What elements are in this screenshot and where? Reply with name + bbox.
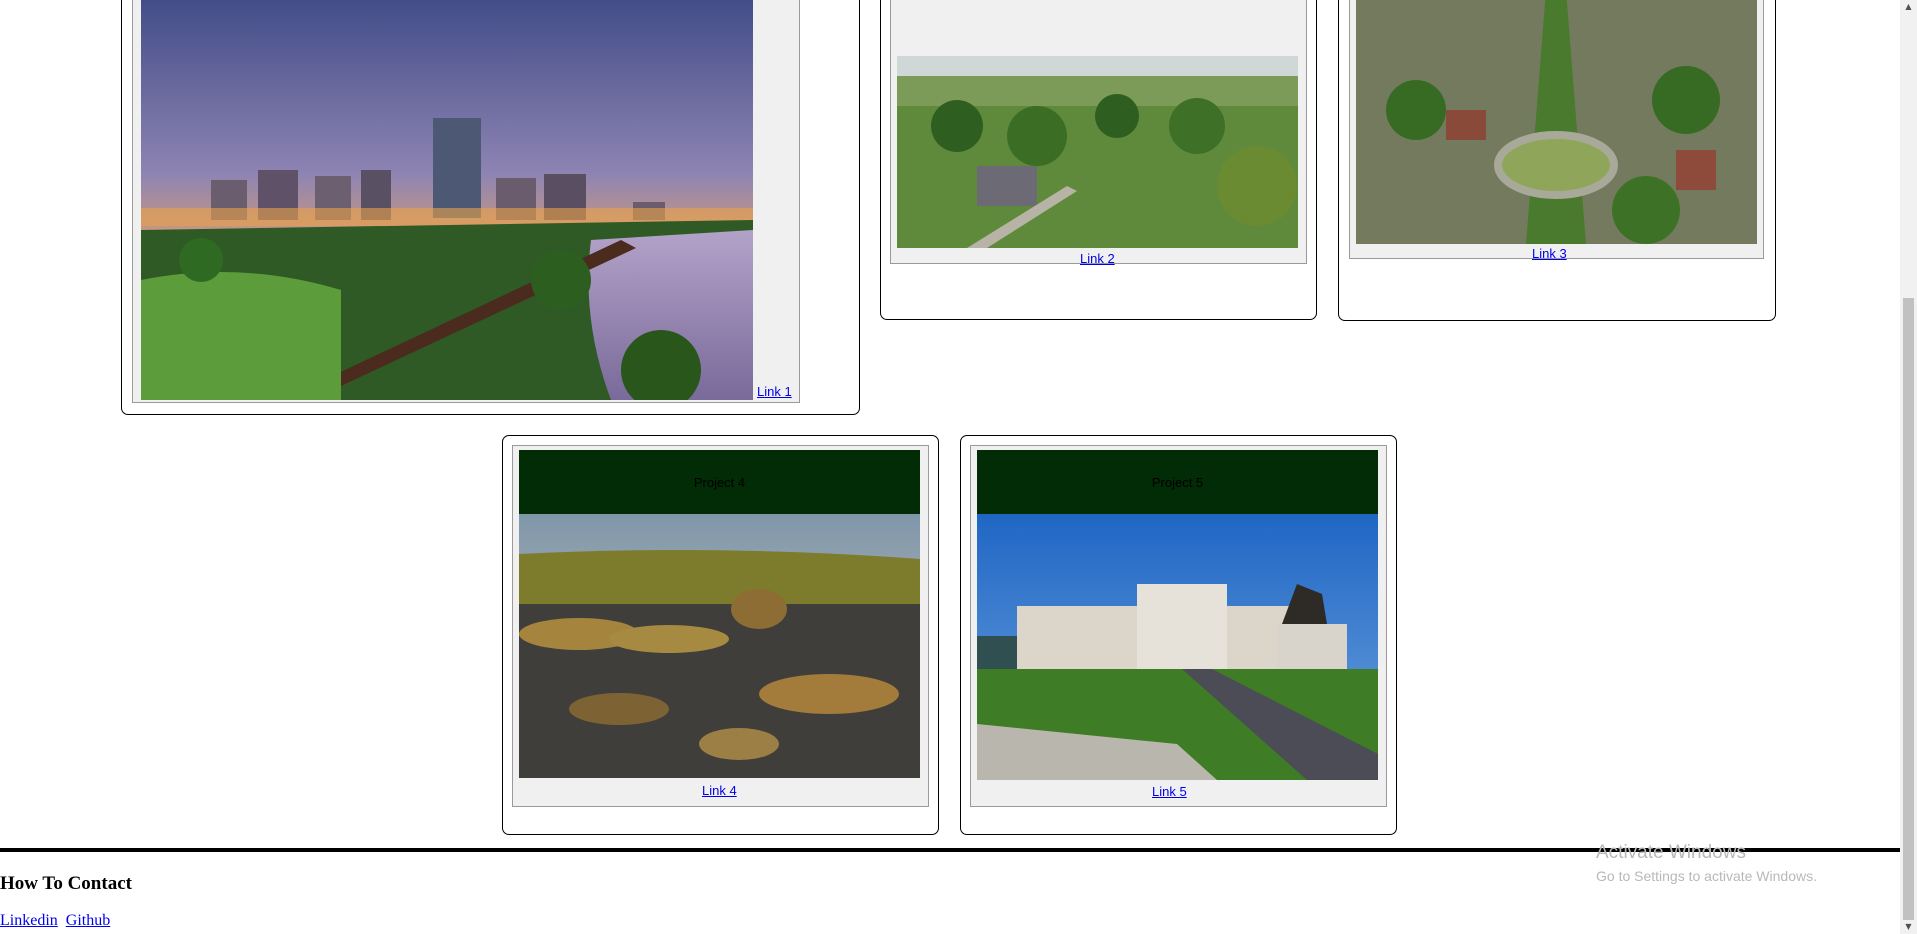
project-inner-2: Link 2 — [890, 0, 1307, 266]
vertical-scrollbar[interactable]: ▲ ▼ — [1900, 0, 1917, 934]
github-link[interactable]: Github — [66, 912, 110, 929]
project-5-link[interactable]: Link 5 — [1152, 784, 1187, 799]
project-3-link[interactable]: Link 3 — [1532, 246, 1567, 261]
project-card-4: Project 4 Link 4 — [502, 435, 939, 835]
project-1-image — [141, 0, 753, 400]
project-4-link[interactable]: Link 4 — [702, 783, 737, 798]
project-3-image — [1356, 0, 1757, 244]
scroll-up-arrow-icon[interactable]: ▲ — [1900, 0, 1917, 14]
project-inner-5: Project 5 Link 5 — [970, 445, 1387, 807]
project-card-5: Project 5 Link 5 — [960, 435, 1397, 835]
linkedin-link[interactable]: Linkedin — [0, 912, 58, 929]
project-inner-1: Link 1 — [132, 0, 800, 403]
scroll-down-arrow-icon[interactable]: ▼ — [1900, 920, 1917, 934]
project-card-2: Link 2 — [880, 0, 1317, 320]
watermark-title: Activate Windows — [1596, 842, 1746, 863]
activate-windows-watermark: Activate Windows Go to Settings to activ… — [1596, 842, 1817, 884]
project-2-image — [897, 56, 1298, 248]
project-5-image — [977, 514, 1378, 780]
watermark-subtitle: Go to Settings to activate Windows. — [1596, 868, 1817, 884]
project-4-image — [519, 514, 920, 778]
project-inner-4: Project 4 Link 4 — [512, 445, 929, 807]
scroll-thumb[interactable] — [1903, 298, 1914, 920]
project-inner-3: Link 3 — [1349, 0, 1764, 261]
project-2-link[interactable]: Link 2 — [1080, 251, 1115, 266]
project-1-link[interactable]: Link 1 — [757, 384, 792, 399]
project-card-1: Link 1 — [121, 0, 860, 415]
project-4-banner: Project 4 — [519, 450, 920, 514]
project-5-banner: Project 5 — [977, 450, 1378, 514]
contact-links: Linkedin Github — [0, 912, 114, 930]
project-card-3: Link 3 — [1338, 0, 1776, 321]
contact-heading: How To Contact — [0, 873, 132, 894]
